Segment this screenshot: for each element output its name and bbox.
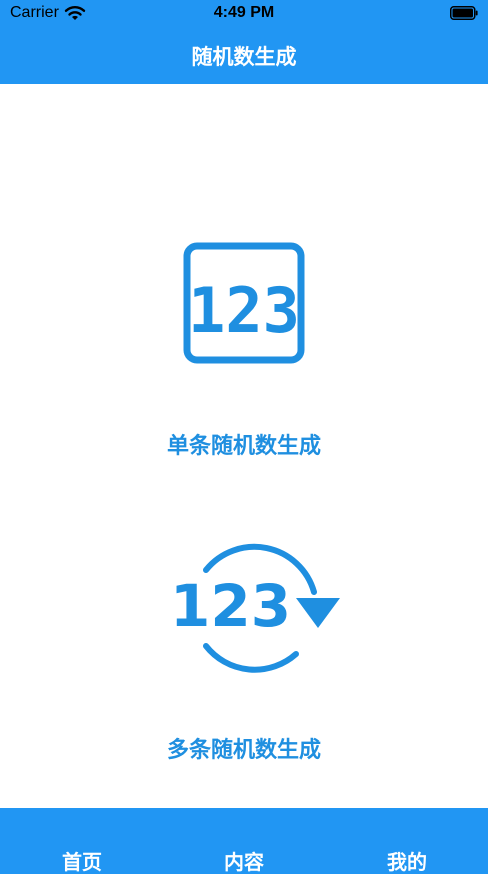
single-random-label: 单条随机数生成 (166, 434, 321, 459)
tab-mine[interactable]: 我的 (367, 846, 447, 875)
battery-icon (450, 6, 478, 20)
status-time: 4:49 PM (213, 4, 275, 21)
page-title: 随机数生成 (191, 45, 297, 69)
multi-random-button[interactable]: 123 多条随机数生成 (0, 530, 488, 766)
multi-icon-digits: 123 (170, 572, 291, 640)
multi-random-label: 多条随机数生成 (166, 738, 321, 763)
tab-content[interactable]: 内容 (204, 846, 284, 875)
numbers-box-icon: 123 (183, 242, 305, 364)
tab-bar: 首页 内容 我的 (0, 808, 488, 874)
navigation-bar: 随机数生成 (0, 28, 488, 84)
tab-home[interactable]: 首页 (42, 846, 122, 875)
single-icon-digits: 123 (188, 274, 300, 347)
numbers-refresh-icon: 123 (170, 543, 340, 673)
status-bar: Carrier 4:49 PM (0, 0, 488, 28)
single-random-button[interactable]: 123 单条随机数生成 (0, 238, 488, 462)
